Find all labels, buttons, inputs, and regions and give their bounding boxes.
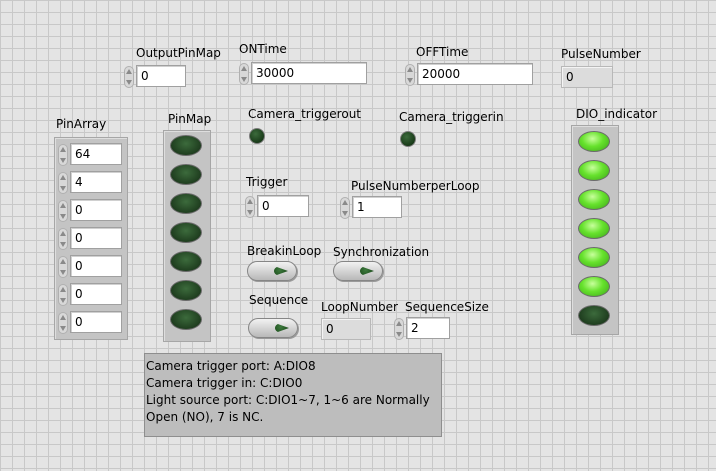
pin-array-field[interactable]: 0 (70, 283, 122, 305)
pin-map-led (170, 251, 202, 272)
pin-array-field[interactable]: 4 (70, 171, 122, 193)
pin-array-element[interactable]: 0 (58, 227, 122, 251)
dio-indicator-led (578, 131, 610, 152)
note-line: Camera trigger port: A:DIO8 (146, 359, 316, 373)
dio-indicator-led (578, 218, 610, 239)
pin-map-label: PinMap (168, 112, 212, 126)
spin-icon[interactable] (58, 144, 68, 166)
button-light-icon (274, 266, 288, 276)
spin-icon[interactable] (58, 172, 68, 194)
breakin-loop-label: BreakinLoop (247, 244, 322, 258)
spin-icon[interactable] (394, 318, 404, 340)
pin-array-element[interactable]: 0 (58, 311, 122, 335)
note-line: Camera trigger in: C:DIO0 (146, 376, 303, 390)
pin-array-element[interactable]: 4 (58, 171, 122, 195)
pin-map-led (170, 222, 202, 243)
port-notes-text: Camera trigger port: A:DIO8 Camera trigg… (144, 353, 442, 437)
camera-triggerin-led (400, 131, 416, 147)
pin-array-element[interactable]: 64 (58, 143, 122, 167)
sequence-size-control[interactable]: 2 (394, 317, 450, 341)
dio-indicator-led (578, 189, 610, 210)
camera-triggerout-led (249, 128, 265, 144)
pin-array-field[interactable]: 0 (70, 255, 122, 277)
pin-map-led (170, 280, 202, 301)
on-time-label: ONTime (239, 42, 287, 56)
spin-icon[interactable] (58, 256, 68, 278)
on-time-field[interactable]: 30000 (251, 62, 367, 84)
loop-number-label: LoopNumber (321, 300, 398, 314)
loop-number-indicator: 0 (321, 318, 371, 340)
dio-indicator-led (578, 305, 610, 326)
spin-icon[interactable] (405, 64, 415, 86)
output-pin-map-field[interactable]: 0 (136, 65, 186, 87)
dio-indicator-label: DIO_indicator (576, 107, 658, 121)
camera-triggerin-label: Camera_triggerin (399, 110, 504, 124)
on-time-control[interactable]: 30000 (239, 62, 369, 86)
off-time-field[interactable]: 20000 (417, 63, 533, 85)
spin-icon[interactable] (239, 63, 249, 85)
camera-triggerout-label: Camera_triggerout (248, 107, 362, 121)
synchronization-label: Synchronization (333, 245, 430, 259)
pin-array-element[interactable]: 0 (58, 199, 122, 223)
button-light-icon (275, 323, 289, 333)
spin-icon[interactable] (124, 66, 134, 88)
pulse-number-indicator: 0 (561, 66, 613, 88)
output-pin-map-label: OutputPinMap (136, 46, 221, 60)
spin-icon[interactable] (245, 196, 255, 218)
trigger-control[interactable]: 0 (245, 195, 309, 219)
dio-indicator-led (578, 247, 610, 268)
spin-icon[interactable] (58, 284, 68, 306)
trigger-label: Trigger (246, 175, 288, 189)
dio-indicator-led (578, 160, 610, 181)
pin-map-led (170, 164, 202, 185)
synchronization-button[interactable] (333, 261, 383, 281)
pulse-number-per-loop-label: PulseNumberperLoop (351, 179, 480, 193)
trigger-field[interactable]: 0 (257, 195, 309, 217)
note-line: Light source port: C:DIO1~7, 1~6 are Nor… (146, 393, 430, 407)
off-time-label: OFFTime (416, 45, 469, 59)
pin-array-field[interactable]: 0 (70, 199, 122, 221)
off-time-control[interactable]: 20000 (405, 63, 535, 87)
pulse-number-per-loop-field[interactable]: 1 (352, 196, 402, 218)
spin-icon[interactable] (58, 200, 68, 222)
sequence-label: Sequence (249, 293, 309, 307)
pin-map-led (170, 309, 202, 330)
pin-array-field[interactable]: 0 (70, 311, 122, 333)
pin-array-element[interactable]: 0 (58, 255, 122, 279)
pin-array-field[interactable]: 64 (70, 143, 122, 165)
spin-icon[interactable] (58, 312, 68, 334)
pulse-number-label: PulseNumber (561, 47, 641, 61)
pin-map-led (170, 135, 202, 156)
spin-icon[interactable] (58, 228, 68, 250)
sequence-button[interactable] (248, 318, 298, 338)
output-pin-map-control[interactable]: 0 (124, 65, 186, 89)
spin-icon[interactable] (340, 197, 350, 219)
pin-array-element[interactable]: 0 (58, 283, 122, 307)
button-light-icon (360, 266, 374, 276)
pin-array-field[interactable]: 0 (70, 227, 122, 249)
pin-map-led (170, 193, 202, 214)
sequence-size-label: SequenceSize (405, 300, 489, 314)
note-line: Open (NO), 7 is NC. (146, 410, 264, 424)
dio-indicator-led (578, 276, 610, 297)
breakin-loop-button[interactable] (247, 261, 297, 281)
sequence-size-field[interactable]: 2 (406, 317, 450, 339)
pulse-number-per-loop-control[interactable]: 1 (340, 196, 402, 220)
pin-array-label: PinArray (56, 117, 107, 131)
